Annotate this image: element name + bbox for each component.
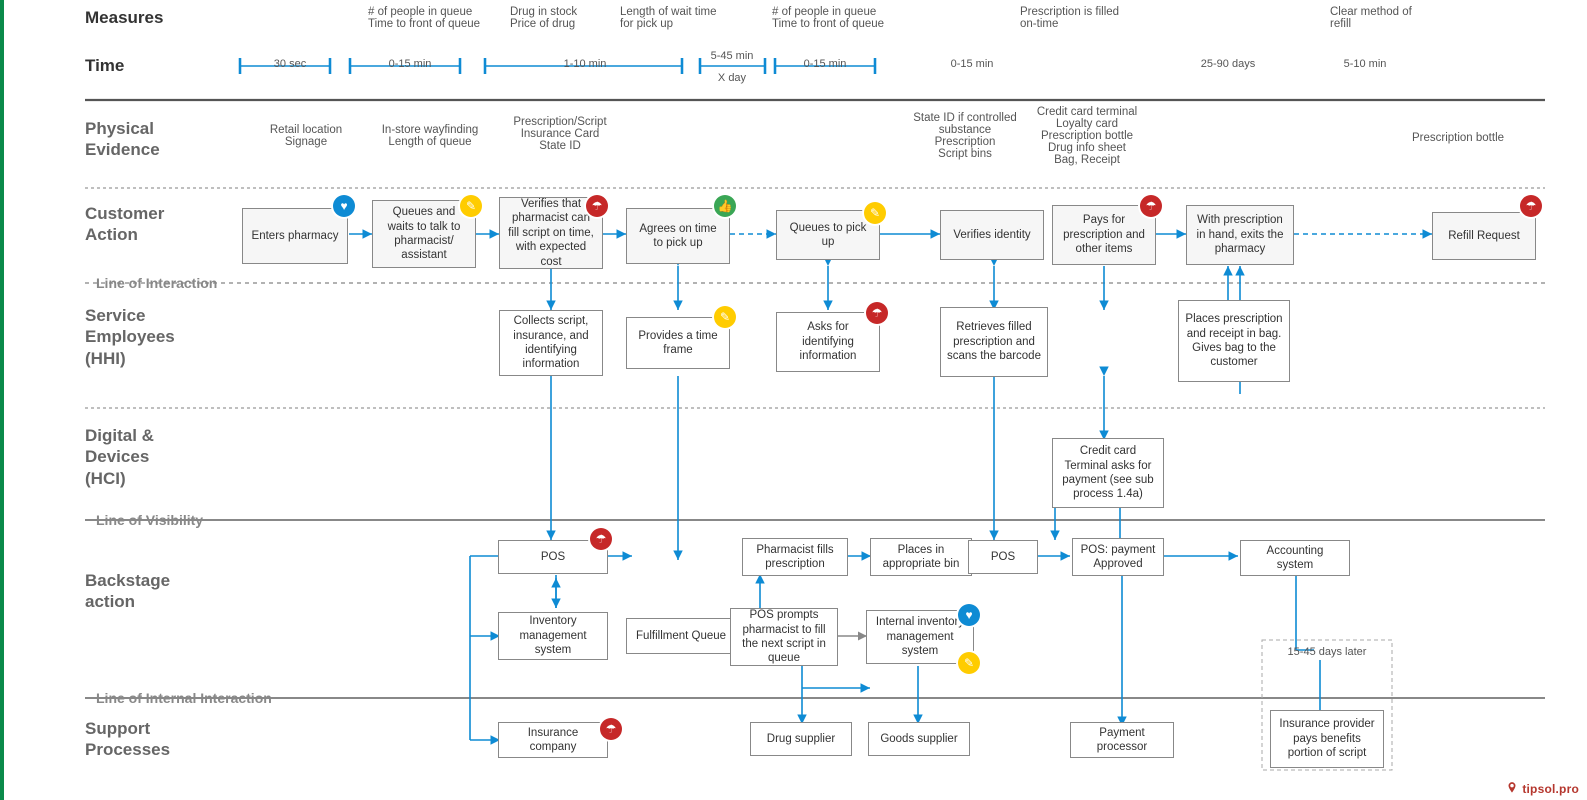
storm-icon-5: ☂: [590, 528, 612, 550]
time-8: 5-10 min: [1330, 58, 1400, 70]
heart-icon: ♥: [333, 195, 355, 217]
time-5: 0-15 min: [795, 58, 855, 70]
label-digital: Digital & Devices (HCI): [85, 425, 154, 489]
time-4: X day: [712, 72, 752, 84]
label-backstage: Backstage action: [85, 570, 170, 613]
storm-icon: ☂: [586, 195, 608, 217]
se-timeframe: Provides a time frame: [626, 317, 730, 369]
label-support: Support Processes: [85, 718, 170, 761]
measure-2: Drug in stock Price of drug: [510, 6, 610, 30]
delay-box: Insurance provider pays benefits portion…: [1270, 710, 1384, 768]
note-icon-2: ✎: [864, 202, 886, 224]
label-customer: Customer Action: [85, 203, 164, 246]
measure-6: Clear method of refill: [1330, 6, 1450, 30]
bs-payappr: POS: payment Approved: [1072, 538, 1164, 576]
phys-2: Prescription/Script Insurance Card State…: [500, 116, 620, 152]
se-bag: Places prescription and receipt in bag. …: [1178, 300, 1290, 382]
storm-icon-6: ☂: [600, 718, 622, 740]
label-lov: Line of Visibility: [96, 512, 203, 528]
phys-4: Credit card terminal Loyalty card Prescr…: [1022, 106, 1152, 166]
storm-icon-4: ☂: [866, 302, 888, 324]
phys-0: Retail location Signage: [256, 124, 356, 148]
measure-5: Prescription is filled on-time: [1020, 6, 1150, 30]
label-loi: Line of Interaction: [96, 275, 217, 291]
note-icon-3: ✎: [714, 306, 736, 328]
delay-label: 15-45 days later: [1272, 646, 1382, 658]
bs-fulfill: Fulfillment Queue: [626, 618, 736, 654]
measure-1: # of people in queue Time to front of qu…: [368, 6, 488, 30]
time-3: 5-45 min: [702, 50, 762, 62]
ca-pays: Pays for prescription and other items: [1052, 205, 1156, 265]
phys-1: In-store wayfinding Length of queue: [370, 124, 490, 148]
se-collects: Collects script, insurance, and identify…: [499, 310, 603, 376]
storm-icon-3: ☂: [1520, 195, 1542, 217]
bs-pharm-fills: Pharmacist fills prescription: [742, 538, 848, 576]
bs-bin: Places in appropriate bin: [870, 538, 972, 576]
dd-terminal: Credit card Terminal asks for payment (s…: [1052, 438, 1164, 508]
label-measures: Measures: [85, 8, 163, 28]
time-7: 25-90 days: [1188, 58, 1268, 70]
measure-3: Length of wait time for pick up: [620, 6, 740, 30]
label-time: Time: [85, 56, 124, 76]
measure-4: # of people in queue Time to front of qu…: [772, 6, 902, 30]
ca-exits: With prescription in hand, exits the pha…: [1186, 205, 1294, 265]
bs-inv: Inventory management system: [498, 612, 608, 660]
time-2: 1-10 min: [550, 58, 620, 70]
ca-verifies-id: Verifies identity: [940, 210, 1044, 260]
bs-acct: Accounting system: [1240, 540, 1350, 576]
time-1: 0-15 min: [380, 58, 440, 70]
ca-agrees: Agrees on time to pick up: [626, 208, 730, 264]
phys-5: Prescription bottle: [1398, 132, 1518, 144]
se-retrieves: Retrieves filled prescription and scans …: [940, 307, 1048, 377]
sp-goods: Goods supplier: [868, 722, 970, 756]
label-loii: Line of Internal Interaction: [96, 690, 272, 706]
label-physical: Physical Evidence: [85, 118, 160, 161]
bs-prompts: POS prompts pharmacist to fill the next …: [730, 608, 838, 666]
storm-icon-2: ☂: [1140, 195, 1162, 217]
thumbs-icon: 👍: [714, 195, 736, 217]
time-0: 30 sec: [265, 58, 315, 70]
diagram-lines: [0, 0, 1587, 800]
ca-refill: Refill Request: [1432, 212, 1536, 260]
note-icon: ✎: [460, 195, 482, 217]
note-icon-4: ✎: [958, 652, 980, 674]
bs-insco: Insurance company: [498, 722, 608, 758]
label-service: Service Employees (HHI): [85, 305, 175, 369]
se-asks-id: Asks for identifying information: [776, 312, 880, 372]
ca-enters: Enters pharmacy: [242, 208, 348, 264]
time-6: 0-15 min: [942, 58, 1002, 70]
watermark: tipsol.pro: [1505, 781, 1579, 796]
bs-pos2: POS: [968, 540, 1038, 574]
heart-icon-2: ♥: [958, 604, 980, 626]
phys-3: State ID if controlled substance Prescri…: [900, 112, 1030, 160]
sp-payment: Payment processor: [1070, 722, 1174, 758]
sp-drug: Drug supplier: [750, 722, 852, 756]
